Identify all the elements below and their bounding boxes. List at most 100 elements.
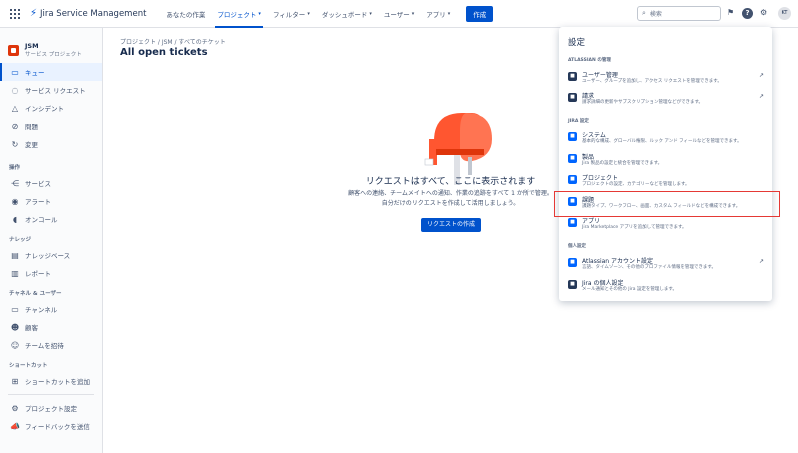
sidebar-item-label: 変更 <box>25 141 38 149</box>
sidebar-item-warning[interactable]: △ インシデント <box>0 99 102 117</box>
project-name: JSM <box>25 42 39 50</box>
external-link-icon: ↗ <box>758 93 764 100</box>
chevron-down-icon: ▾ <box>258 10 261 17</box>
create-request-button[interactable]: リクエストの作成 <box>421 218 481 232</box>
avatar[interactable]: KT <box>778 7 791 20</box>
settings-item-description: プロジェクトの設定、カテゴリーなどを管理します。 <box>582 182 690 187</box>
app-switcher-icon[interactable] <box>10 8 20 19</box>
sidebar-item-channel[interactable]: ▭ チャンネル <box>0 300 102 318</box>
settings-item-account[interactable]: ■ Atlassian アカウント設定 言語、タイムゾーン、その他のプロファイル情報… <box>559 253 772 275</box>
sidebar-item-service[interactable]: ⋲ サービス <box>0 174 102 192</box>
settings-gear-icon[interactable]: ⚙ <box>760 8 767 17</box>
project-header[interactable]: JSM サービス プロジェクト <box>0 28 102 62</box>
chevron-down-icon: ▾ <box>369 10 372 17</box>
nav-item-label: アプリ <box>426 10 446 19</box>
product-logo[interactable]: ⚡ Jira Service Management <box>30 8 146 19</box>
nav-item-label: ユーザー <box>383 10 410 19</box>
settings-item-user-management[interactable]: ■ ユーザー管理 ユーザー、グループを追加し、アクセス リクエストを管理できます。 ↗ <box>559 67 772 89</box>
jira-bolt-icon: ⚡ <box>30 8 38 19</box>
chat-icon: ◌ <box>11 85 19 95</box>
account-icon: ■ <box>568 258 577 267</box>
sidebar-item-oncall[interactable]: ◖ オンコール <box>0 210 102 228</box>
settings-panel-title: 設定 <box>568 38 586 48</box>
settings-item-description: Jira 製品の設定と統合を管理できます。 <box>582 161 663 166</box>
settings-item-products[interactable]: ■ 製品 Jira 製品の設定と統合を管理できます。 <box>559 149 772 171</box>
sidebar-item-label: プロジェクト設定 <box>25 405 77 413</box>
nav-item-label: あなたの作業 <box>166 10 206 19</box>
section-jira-settings: JIRA 設定 <box>568 119 589 124</box>
sidebar-item-invite[interactable]: ☺ チームを招待 <box>0 336 102 354</box>
nav-item-1[interactable]: プロジェクト ▾ <box>211 0 267 28</box>
sidebar-item-knowledge[interactable]: ▤ ナレッジベース <box>0 246 102 264</box>
settings-item-description: 請求詳細の更新やサブスクリプション管理などができます。 <box>582 100 704 105</box>
sidebar-section-shortcuts: ショートカット <box>9 363 48 369</box>
breadcrumb[interactable]: プロジェクト / JSM / すべてのチケット <box>120 37 226 46</box>
add-shortcut-icon: ⊞ <box>11 376 19 386</box>
product-name: Jira Service Management <box>40 8 147 19</box>
sidebar-item-label: サービス リクエスト <box>25 87 86 95</box>
sidebar-item-label: フィードバックを送信 <box>25 423 90 431</box>
sidebar-item-queue[interactable]: ▭ キュー <box>0 63 102 81</box>
billing-icon: ■ <box>568 93 577 102</box>
sidebar-item-label: アラート <box>25 198 51 206</box>
project-sidebar: JSM サービス プロジェクト ▭ キュー ◌ サービス リクエスト △ インシデント ⊘ 問… <box>0 28 103 453</box>
sidebar-item-report[interactable]: ▥ レポート <box>0 264 102 282</box>
settings-dropdown-panel: 設定 ATLASSIAN の管理 JIRA 設定 個人設定 ■ ユーザー管理 ユーザ… <box>559 27 772 301</box>
system-icon: ■ <box>568 132 577 141</box>
sidebar-section-channels: チャネル & ユーザー <box>9 291 62 297</box>
channel-icon: ▭ <box>11 304 19 314</box>
sidebar-item-add-shortcut[interactable]: ⊞ ショートカットを追加 <box>0 372 102 390</box>
settings-item-description: ユーザー、グループを追加し、アクセス リクエストを管理できます。 <box>582 79 722 84</box>
projects-icon: ■ <box>568 175 577 184</box>
nav-item-0[interactable]: あなたの作業 <box>160 0 211 28</box>
nav-item-label: ダッシュボード <box>321 10 368 19</box>
knowledge-icon: ▤ <box>11 250 19 260</box>
chevron-down-icon: ▾ <box>307 10 310 17</box>
apps-icon: ■ <box>568 218 577 227</box>
settings-item-billing[interactable]: ■ 請求 請求詳細の更新やサブスクリプション管理などができます。 ↗ <box>559 88 772 110</box>
sidebar-item-customers[interactable]: ☻ 顧客 <box>0 318 102 336</box>
invite-icon: ☺ <box>10 340 20 350</box>
external-link-icon: ↗ <box>758 72 764 79</box>
warning-icon: △ <box>11 103 19 113</box>
search-icon: ⌕ <box>642 9 646 17</box>
service-icon: ⋲ <box>11 178 19 188</box>
chevron-down-icon: ▾ <box>411 10 415 17</box>
sidebar-item-label: チャンネル <box>25 306 58 314</box>
create-button[interactable]: 作成 <box>466 5 494 22</box>
notifications-icon[interactable]: ⚑ <box>727 8 734 17</box>
sidebar-item-change[interactable]: ↻ 変更 <box>0 135 102 153</box>
settings-item-projects[interactable]: ■ プロジェクト プロジェクトの設定、カテゴリーなどを管理します。 <box>559 170 772 192</box>
sidebar-item-label: オンコール <box>25 216 58 224</box>
project-avatar-icon <box>8 44 19 56</box>
sidebar-item-label: ナレッジベース <box>25 252 71 260</box>
sidebar-item-megaphone[interactable]: 📣 フィードバックを送信 <box>0 417 102 435</box>
settings-item-personal-settings[interactable]: ■ Jira の個人設定 メール通知とその他の Jira 設定を管理します。 <box>559 275 772 297</box>
section-atlassian-admin: ATLASSIAN の管理 <box>568 58 611 63</box>
oncall-icon: ◖ <box>12 214 18 224</box>
sidebar-item-alert[interactable]: ◉ アラート <box>0 192 102 210</box>
settings-item-description: Jira Marketplace アプリを追加して管理できます。 <box>582 225 687 230</box>
sidebar-item-label: キュー <box>25 69 45 77</box>
nav-item-5[interactable]: アプリ ▾ <box>420 0 456 28</box>
sidebar-item-gear[interactable]: ⚙ プロジェクト設定 <box>0 399 102 417</box>
nav-item-3[interactable]: ダッシュボード ▾ <box>316 0 378 28</box>
empty-state-title: リクエストはすべて、ここに表示されます <box>365 177 536 187</box>
sidebar-item-label: インシデント <box>25 105 64 113</box>
section-personal-settings: 個人設定 <box>568 244 586 249</box>
project-type: サービス プロジェクト <box>25 52 82 58</box>
nav-item-label: フィルター <box>272 10 306 19</box>
settings-item-description: 言語、タイムゾーン、その他のプロファイル情報を管理できます。 <box>582 265 716 270</box>
sidebar-item-label: ショートカットを追加 <box>25 378 90 386</box>
change-icon: ↻ <box>11 139 19 149</box>
sidebar-item-problem[interactable]: ⊘ 問題 <box>0 117 102 135</box>
help-icon[interactable]: ? <box>742 8 753 19</box>
search-input[interactable]: ⌕ 検索 <box>637 6 721 21</box>
report-icon: ▥ <box>11 268 19 278</box>
sidebar-item-chat[interactable]: ◌ サービス リクエスト <box>0 81 102 99</box>
empty-state-description: 顧客への連絡、チームメイトへの通知、作業の追跡をすべて 1 か所で管理。自分だけ… <box>348 190 553 207</box>
nav-item-4[interactable]: ユーザー ▾ <box>378 0 420 28</box>
nav-item-2[interactable]: フィルター ▾ <box>267 0 316 28</box>
settings-item-system[interactable]: ■ システム 基本的な構成、グローバル権限、ルック アンド フィールなどを管理できま… <box>559 127 772 149</box>
products-icon: ■ <box>568 154 577 163</box>
